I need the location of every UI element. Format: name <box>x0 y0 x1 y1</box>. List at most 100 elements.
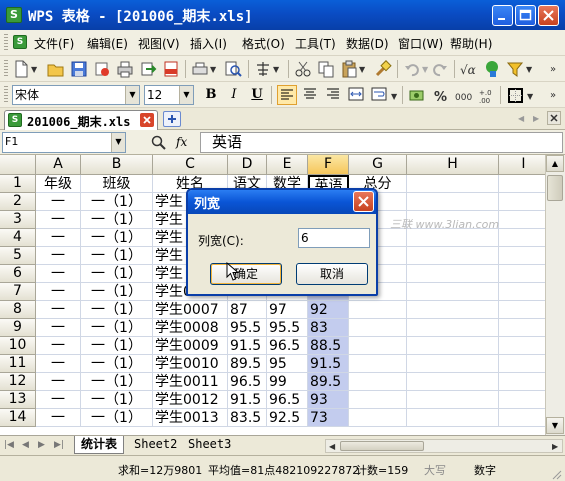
data-cell[interactable]: 学生0012 <box>153 391 228 409</box>
chevron-down-icon[interactable]: ▼ <box>125 86 139 104</box>
chevron-down-icon[interactable]: ▼ <box>111 133 125 152</box>
data-cell[interactable]: 一 <box>36 301 81 319</box>
data-cell[interactable]: 学生0013 <box>153 409 228 427</box>
find-formula-icon[interactable] <box>150 134 168 152</box>
data-cell[interactable] <box>407 301 499 319</box>
data-cell[interactable] <box>407 355 499 373</box>
data-cell[interactable] <box>499 337 545 355</box>
ok-button[interactable]: 确定 <box>210 263 282 285</box>
data-cell[interactable]: 一（1） <box>81 211 153 229</box>
scroll-thumb[interactable] <box>547 175 563 201</box>
italic-button[interactable]: I <box>224 85 244 105</box>
horizontal-scrollbar[interactable]: ◀ ▶ <box>325 439 563 453</box>
row-header-3[interactable]: 3 <box>0 211 36 229</box>
menu-help[interactable]: 帮助(H) <box>450 35 492 52</box>
data-cell[interactable] <box>349 391 407 409</box>
data-cell[interactable]: 97 <box>267 301 308 319</box>
title-bar[interactable]: S WPS 表格 - [201006_期末.xls] <box>0 0 565 30</box>
data-cell[interactable]: 一（1） <box>81 319 153 337</box>
menu-window[interactable]: 窗口(W) <box>398 35 443 52</box>
data-cell[interactable]: 一 <box>36 391 81 409</box>
insert-chart-icon[interactable] <box>484 60 502 78</box>
row-header-2[interactable]: 2 <box>0 193 36 211</box>
data-cell[interactable]: 91.5 <box>228 391 267 409</box>
column-header-i[interactable]: I <box>499 155 545 175</box>
data-cell[interactable]: 一（1） <box>81 337 153 355</box>
data-cell[interactable]: 一 <box>36 283 81 301</box>
data-cell[interactable]: 一 <box>36 247 81 265</box>
first-sheet-icon[interactable]: |◀ <box>4 440 14 450</box>
data-cell[interactable]: 93 <box>308 391 349 409</box>
data-cell[interactable]: 一（1） <box>81 373 153 391</box>
data-cell[interactable]: 96.5 <box>228 373 267 391</box>
data-cell[interactable]: 88.5 <box>308 337 349 355</box>
document-tab[interactable]: S 201006_期末.xls <box>4 110 158 130</box>
data-cell[interactable]: 91.5 <box>228 337 267 355</box>
data-cell[interactable] <box>499 373 545 391</box>
print-icon[interactable] <box>116 60 134 78</box>
data-cell[interactable]: 92.5 <box>267 409 308 427</box>
horizontal-scroll-thumb[interactable] <box>340 441 424 451</box>
prev-sheet-icon[interactable]: ◀ <box>22 440 29 450</box>
toolbar-grip[interactable] <box>4 86 8 104</box>
new-file-icon[interactable] <box>12 60 30 78</box>
data-cell[interactable]: 一（1） <box>81 265 153 283</box>
permission-icon[interactable] <box>93 60 111 78</box>
data-cell[interactable]: 一 <box>36 409 81 427</box>
data-cell[interactable]: 83.5 <box>228 409 267 427</box>
data-cell[interactable] <box>407 319 499 337</box>
data-cell[interactable]: 一（1） <box>81 247 153 265</box>
data-cell[interactable]: 87 <box>228 301 267 319</box>
undo-dropdown-icon[interactable]: ▼ <box>422 65 428 74</box>
data-cell[interactable]: 一（1） <box>81 391 153 409</box>
data-cell[interactable] <box>407 391 499 409</box>
tab-scroll-left-icon[interactable]: ◀ <box>518 114 524 123</box>
data-cell[interactable]: 83 <box>308 319 349 337</box>
data-cell[interactable]: 92 <box>308 301 349 319</box>
data-cell[interactable]: 一 <box>36 319 81 337</box>
data-cell[interactable] <box>499 391 545 409</box>
data-cell[interactable]: 学生0007 <box>153 301 228 319</box>
cancel-button[interactable]: 取消 <box>296 263 368 285</box>
data-cell[interactable] <box>349 355 407 373</box>
row-header-7[interactable]: 7 <box>0 283 36 301</box>
dialog-close-button[interactable] <box>353 191 374 212</box>
data-cell[interactable]: 99 <box>267 373 308 391</box>
data-cell[interactable]: 一（1） <box>81 229 153 247</box>
wrap-text-button[interactable] <box>369 85 389 105</box>
data-cell[interactable] <box>349 301 407 319</box>
scroll-down-button[interactable]: ▼ <box>546 417 564 434</box>
data-cell[interactable]: 一（1） <box>81 301 153 319</box>
header-cell[interactable] <box>499 175 545 193</box>
column-header-f[interactable]: F <box>308 155 349 175</box>
paste-dropdown-icon[interactable]: ▼ <box>359 65 365 74</box>
convert-dropdown-icon[interactable]: ▼ <box>273 65 279 74</box>
data-cell[interactable] <box>349 337 407 355</box>
merge-center-button[interactable] <box>346 85 366 105</box>
column-header-h[interactable]: H <box>407 155 499 175</box>
data-cell[interactable]: 95.5 <box>228 319 267 337</box>
column-header-g[interactable]: G <box>349 155 407 175</box>
scroll-left-icon[interactable]: ◀ <box>329 442 335 451</box>
minimize-button[interactable] <box>492 5 513 26</box>
row-header-13[interactable]: 13 <box>0 391 36 409</box>
filter-dropdown-icon[interactable]: ▼ <box>526 65 532 74</box>
data-cell[interactable] <box>349 409 407 427</box>
data-cell[interactable]: 96.5 <box>267 337 308 355</box>
data-cell[interactable]: 学生0008 <box>153 319 228 337</box>
dialog-title-bar[interactable]: 列宽 <box>188 190 376 214</box>
last-sheet-icon[interactable]: ▶| <box>54 440 64 450</box>
function-icon[interactable]: √α <box>460 60 478 78</box>
data-cell[interactable] <box>407 337 499 355</box>
column-header-d[interactable]: D <box>228 155 267 175</box>
print-preview-icon[interactable] <box>191 60 209 78</box>
row-header-12[interactable]: 12 <box>0 373 36 391</box>
menu-data[interactable]: 数据(D) <box>346 35 389 52</box>
data-cell[interactable] <box>499 193 545 211</box>
data-cell[interactable] <box>499 409 545 427</box>
row-header-9[interactable]: 9 <box>0 319 36 337</box>
thousands-separator-icon[interactable]: 000 <box>454 87 472 105</box>
data-cell[interactable] <box>349 373 407 391</box>
data-cell[interactable] <box>499 229 545 247</box>
align-left-button[interactable] <box>277 85 297 105</box>
